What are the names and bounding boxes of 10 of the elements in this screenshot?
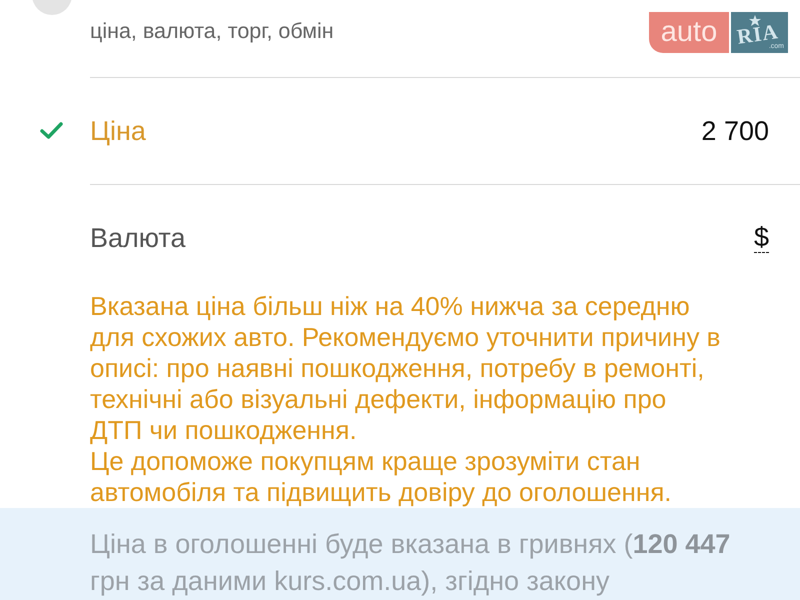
currency-select[interactable]: $ — [754, 223, 769, 253]
price-value[interactable]: 2 700 — [701, 115, 769, 147]
star-icon — [749, 15, 761, 26]
field-label: Ціна — [90, 115, 146, 147]
warning-text: Це допоможе покупцям краще зрозуміти стан автомобіля та підвищить довіру до оголошення. — [90, 446, 672, 508]
field-label: Валюта — [90, 222, 186, 254]
notice-text: Ціна в оголошенні буде вказана в гривнях (120 447 грн за даними kurs.com.ua), згідно закону — [90, 528, 732, 598]
section-subtitle: ціна, валюта, торг, обмін — [90, 18, 335, 44]
warning-text: Вказана ціна більш ніж на 40% нижча за середню для схожих авто. Рекомендуємо уточнити причину в описі: про наявні пошкодження, потребу в ремонті, технічні або візуальні дефекти, інформацію про ДТП чи пошкодження. — [90, 291, 722, 446]
logo-left-tile: auto — [649, 12, 729, 53]
